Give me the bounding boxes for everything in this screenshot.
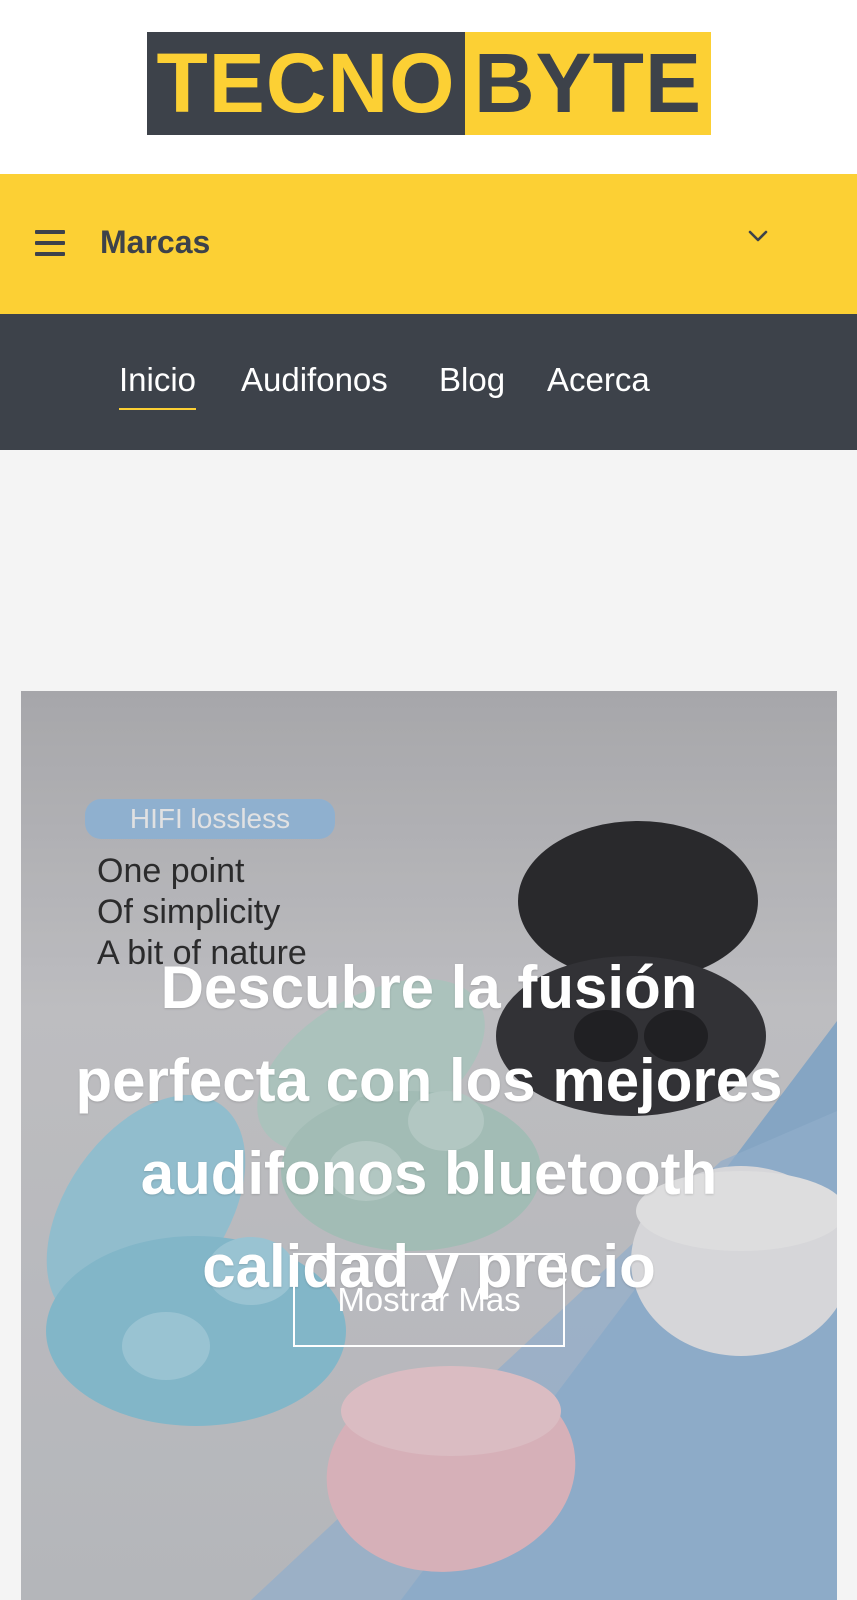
brands-menu-bar[interactable]: Marcas [0,174,857,314]
main-nav: Inicio Audifonos Blog Acerca [0,314,857,450]
show-more-button[interactable]: Mostrar Mas [293,1253,565,1347]
hamburger-menu-icon[interactable] [35,230,65,256]
brands-menu-label[interactable]: Marcas [100,220,210,264]
chevron-down-icon[interactable] [748,229,768,243]
hero-banner: HIFI lossless One point Of simplicity A … [21,691,837,1600]
site-logo[interactable]: TECNO BYTE [147,32,711,135]
nav-item-audifonos[interactable]: Audifonos [241,358,388,402]
nav-item-blog[interactable]: Blog [439,358,505,402]
nav-item-acerca[interactable]: Acerca [547,358,650,402]
logo-text-byte: BYTE [465,32,711,135]
site-header: TECNO BYTE [0,0,857,174]
logo-text-tecno: TECNO [147,32,465,135]
nav-item-inicio[interactable]: Inicio [119,358,197,410]
